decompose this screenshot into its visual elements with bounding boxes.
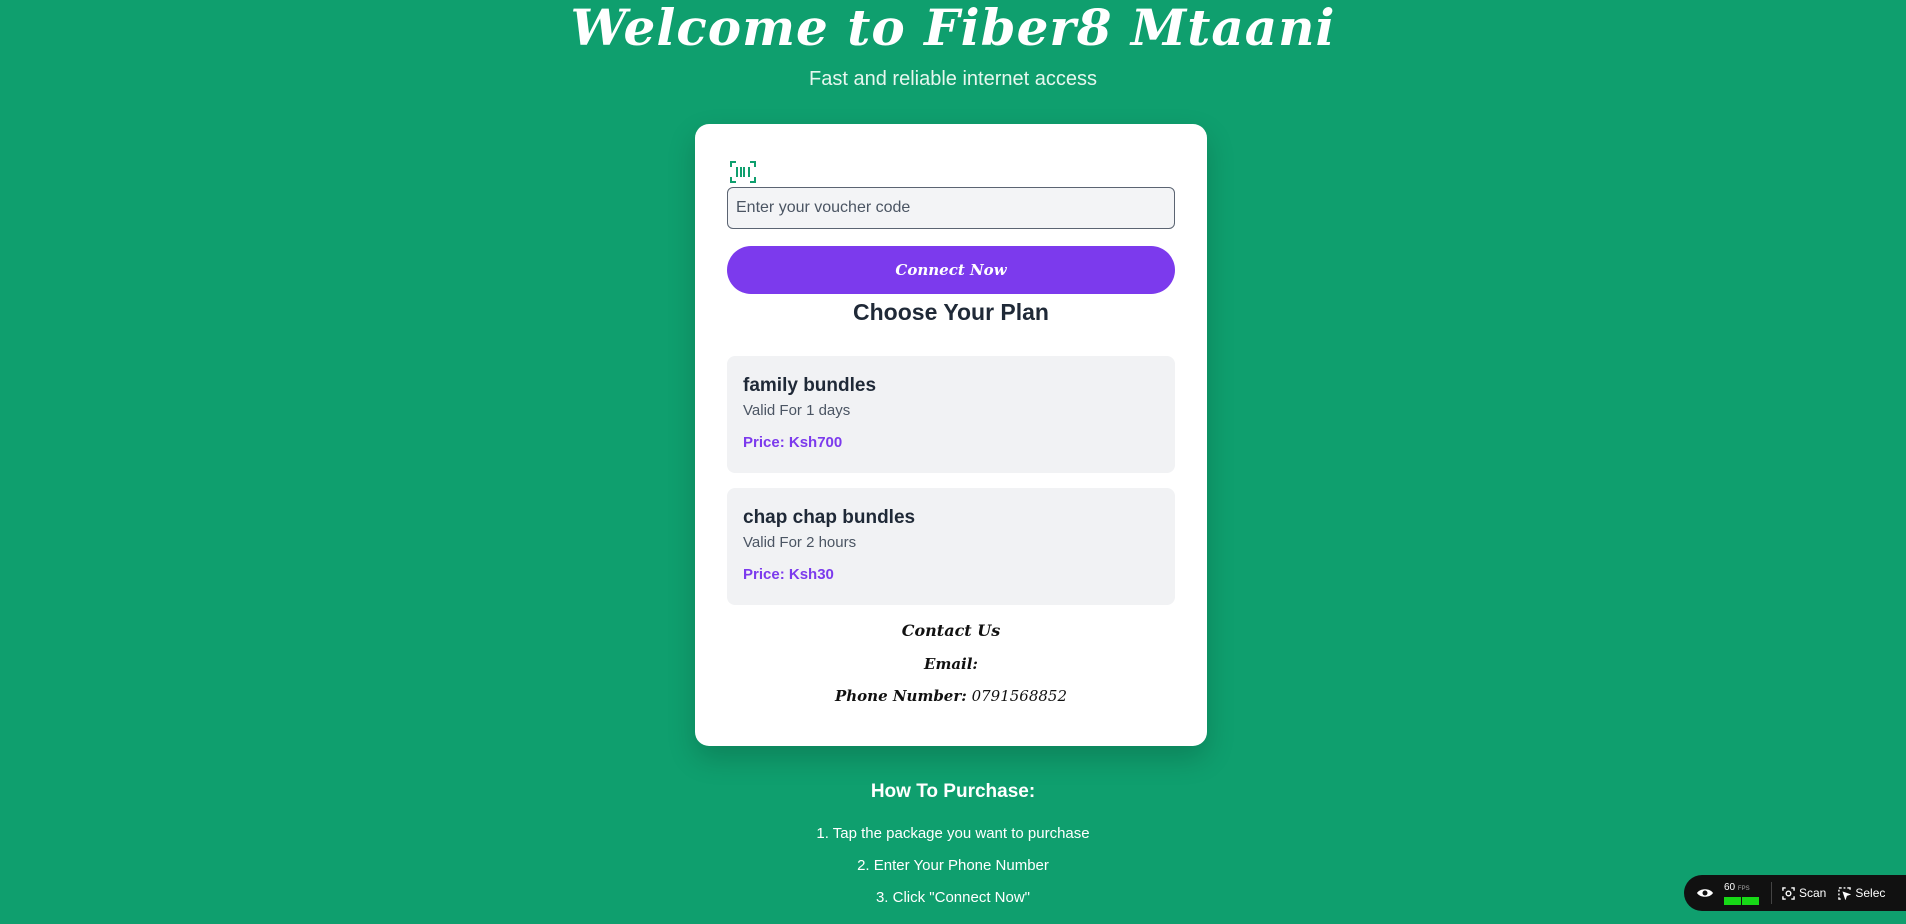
how-to-step: 2. Enter Your Phone Number bbox=[857, 857, 1049, 874]
hero-header: Welcome to Fiber8 Mtaani Fast and reliab… bbox=[0, 0, 1906, 91]
contact-section: Contact Us Email: Phone Number: 07915688… bbox=[727, 620, 1175, 706]
fps-meter: 60 FPS bbox=[1724, 882, 1759, 905]
plan-card-chap-chap-bundles[interactable]: chap chap bundles Valid For 2 hours Pric… bbox=[727, 488, 1175, 605]
plans-list: family bundles Valid For 1 days Price: K… bbox=[727, 356, 1175, 605]
barcode-icon bbox=[730, 161, 756, 183]
toolbar-divider bbox=[1771, 882, 1772, 904]
page-subtitle: Fast and reliable internet access bbox=[809, 68, 1097, 90]
scan-button[interactable]: Scan bbox=[1782, 886, 1826, 900]
phone-number: 0791568852 bbox=[971, 687, 1068, 705]
scan-icon bbox=[1782, 886, 1795, 900]
how-to-steps: 1. Tap the package you want to purchase … bbox=[0, 818, 1906, 914]
plan-validity: Valid For 1 days bbox=[743, 402, 851, 419]
plan-validity: Valid For 2 hours bbox=[743, 534, 857, 551]
voucher-code-input[interactable] bbox=[727, 187, 1175, 229]
eye-icon[interactable] bbox=[1696, 884, 1714, 902]
plans-heading: Choose Your Plan bbox=[853, 299, 1049, 325]
plan-price: Price: Ksh700 bbox=[743, 434, 843, 451]
plan-price: Price: Ksh30 bbox=[743, 566, 834, 583]
page-title: Welcome to Fiber8 Mtaani bbox=[570, 0, 1336, 57]
fps-value: 60 bbox=[1724, 881, 1736, 893]
contact-phone: Phone Number: 0791568852 bbox=[727, 686, 1175, 706]
plan-name: family bundles bbox=[743, 375, 877, 396]
contact-email: Email: bbox=[924, 655, 978, 673]
contact-heading: Contact Us bbox=[901, 621, 1001, 640]
select-icon bbox=[1838, 886, 1852, 900]
fps-bars bbox=[1724, 896, 1759, 905]
how-to-step: 3. Click "Connect Now" bbox=[875, 889, 1031, 906]
select-button[interactable]: Selec bbox=[1838, 886, 1885, 900]
connect-now-button[interactable]: Connect Now bbox=[727, 246, 1175, 294]
fps-unit: FPS bbox=[1737, 885, 1750, 892]
how-to-step: 1. Tap the package you want to purchase bbox=[816, 825, 1090, 842]
plan-name: chap chap bundles bbox=[743, 507, 916, 528]
scan-label: Scan bbox=[1799, 886, 1827, 900]
plan-card-family-bundles[interactable]: family bundles Valid For 1 days Price: K… bbox=[727, 356, 1175, 473]
how-to-heading: How To Purchase: bbox=[870, 781, 1036, 802]
devtool-toolbar: 60 FPS Scan Selec bbox=[1684, 875, 1906, 911]
how-to-purchase-section: How To Purchase: 1. Tap the package you … bbox=[0, 778, 1906, 914]
login-card: Connect Now Choose Your Plan family bund… bbox=[695, 124, 1207, 746]
select-label: Selec bbox=[1855, 886, 1886, 900]
phone-label: Phone Number: bbox=[834, 687, 967, 705]
